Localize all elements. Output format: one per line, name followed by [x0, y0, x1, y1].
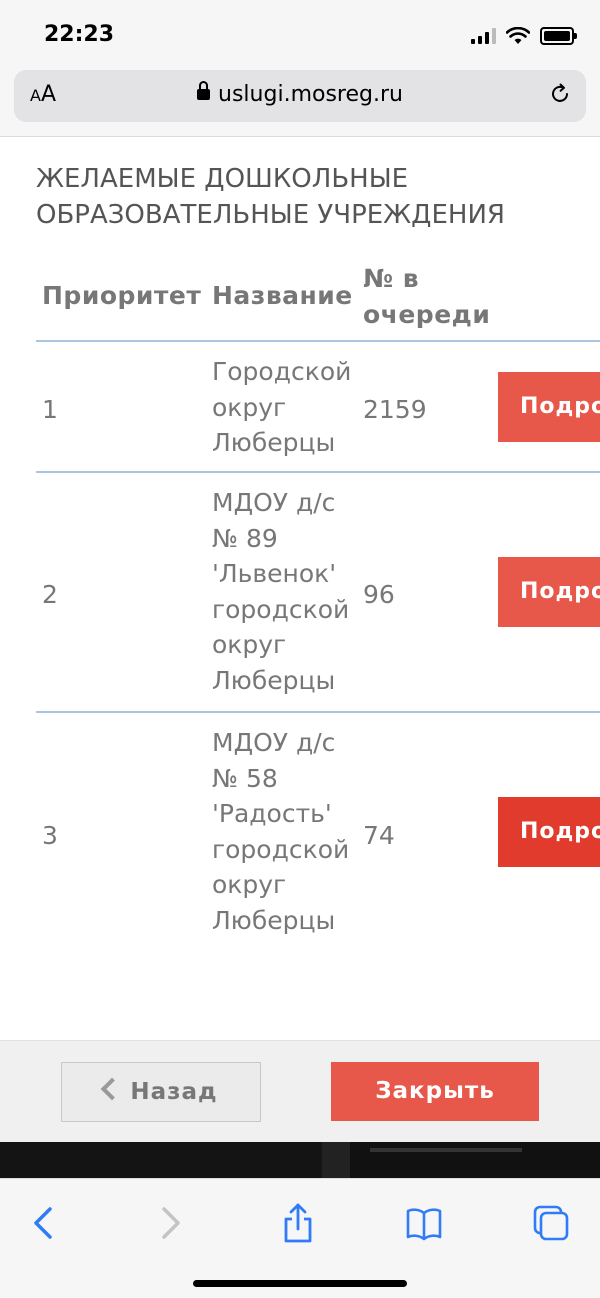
row-2-queue-number: 96	[363, 580, 395, 609]
column-header-name: Название	[212, 281, 353, 310]
url-display[interactable]: uslugi.mosreg.ru	[14, 81, 586, 107]
status-bar: 22:23	[0, 0, 600, 62]
back-button[interactable]: Назад	[61, 1062, 261, 1122]
battery-icon	[540, 27, 577, 45]
row-1-details-button[interactable]: Подробнее	[498, 372, 600, 442]
row-divider	[36, 711, 600, 713]
row-3-name: МДОУ д/с № 58 'Радость' городской округ …	[212, 728, 350, 935]
column-header-priority: Приоритет	[42, 281, 202, 310]
row-2-priority: 2	[42, 580, 58, 609]
row-2-details-button[interactable]: Подробнее	[498, 557, 600, 627]
column-header-queue-number: № в очереди	[363, 264, 491, 329]
home-indicator	[193, 1280, 407, 1287]
page-content: ЖЕЛАЕМЫЕ ДОШКОЛЬНЫЕ ОБРАЗОВАТЕЛЬНЫЕ УЧРЕ…	[0, 137, 600, 1040]
cellular-signal-icon	[471, 28, 496, 44]
row-divider	[36, 471, 600, 473]
section-title: ЖЕЛАЕМЫЕ ДОШКОЛЬНЫЕ ОБРАЗОВАТЕЛЬНЫЕ УЧРЕ…	[36, 164, 505, 230]
close-button[interactable]: Закрыть	[331, 1062, 539, 1121]
status-time: 22:23	[44, 22, 115, 47]
back-arrow-icon[interactable]	[20, 1199, 68, 1247]
browser-toolbar	[0, 1178, 600, 1298]
background-page-strip	[0, 1142, 600, 1178]
forward-arrow-icon	[162, 1207, 180, 1239]
address-bar[interactable]: AA uslugi.mosreg.ru	[14, 70, 586, 122]
row-1-priority: 1	[42, 395, 58, 424]
row-3-details-button[interactable]: Подробнее	[498, 797, 600, 867]
bookmarks-icon[interactable]	[400, 1199, 448, 1247]
url-text: uslugi.mosreg.ru	[218, 82, 403, 107]
modal-footer: Назад Закрыть	[0, 1040, 600, 1143]
row-divider	[36, 340, 600, 342]
row-3-queue-number: 74	[363, 821, 395, 850]
row-1-queue-number: 2159	[363, 395, 427, 424]
row-3-priority: 3	[42, 821, 58, 850]
status-icons	[471, 26, 577, 46]
row-1-name: Городской округ Люберцы	[212, 357, 352, 457]
row-2-name: МДОУ д/с № 89 'Львенок' городской округ …	[212, 488, 350, 695]
lock-icon	[197, 81, 211, 100]
wifi-icon	[506, 27, 530, 44]
reload-icon[interactable]	[548, 82, 572, 106]
share-icon[interactable]	[274, 1199, 322, 1247]
tabs-icon[interactable]	[527, 1199, 575, 1247]
browser-header: AA uslugi.mosreg.ru	[0, 62, 600, 137]
chevron-left-icon	[101, 1077, 124, 1101]
